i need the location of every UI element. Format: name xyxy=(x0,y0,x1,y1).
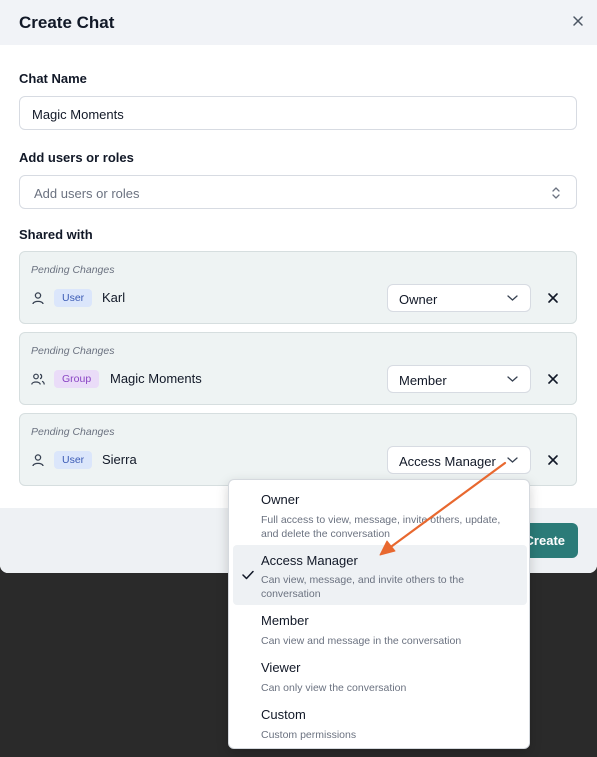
role-option-description: Can only view the conversation xyxy=(261,682,407,694)
pending-changes-label: Pending Changes xyxy=(31,426,115,438)
add-users-combobox[interactable]: Add users or roles xyxy=(19,175,577,209)
role-option-member[interactable]: Member Can view and message in the conve… xyxy=(233,607,527,651)
role-option-title: Owner xyxy=(261,492,300,507)
role-option-owner[interactable]: Owner Full access to view, message, invi… xyxy=(233,486,527,546)
chat-name-label: Chat Name xyxy=(19,71,87,86)
role-option-description: Full access to view, message, invite oth… xyxy=(261,514,501,540)
role-option-title: Custom xyxy=(261,707,306,722)
role-value: Owner xyxy=(399,292,438,307)
share-row: Pending Changes User Karl Owner xyxy=(19,251,577,324)
check-icon xyxy=(242,570,254,580)
chevron-down-icon xyxy=(507,457,518,463)
role-value: Access Manager xyxy=(399,454,496,469)
group-icon xyxy=(31,373,45,385)
role-option-viewer[interactable]: Viewer Can only view the conversation xyxy=(233,654,527,698)
add-users-placeholder: Add users or roles xyxy=(34,186,140,201)
user-type-badge: User xyxy=(54,451,93,469)
share-row: Pending Changes Group Magic Moments Memb… xyxy=(19,332,577,405)
user-type-badge: User xyxy=(54,289,93,307)
share-name: Sierra xyxy=(102,452,137,467)
user-icon xyxy=(32,454,44,467)
shared-with-label: Shared with xyxy=(19,227,93,242)
role-option-title: Member xyxy=(261,613,309,628)
remove-share-icon[interactable] xyxy=(547,292,559,304)
share-row: Pending Changes User Sierra Access Manag… xyxy=(19,413,577,486)
user-icon xyxy=(32,292,44,305)
add-users-label: Add users or roles xyxy=(19,150,134,165)
share-name: Magic Moments xyxy=(110,371,202,386)
chevron-down-icon xyxy=(507,295,518,301)
role-option-description: Can view and message in the conversation xyxy=(261,635,462,647)
role-option-title: Access Manager xyxy=(261,553,358,568)
role-select[interactable]: Owner xyxy=(387,284,531,312)
role-dropdown-menu: Owner Full access to view, message, invi… xyxy=(228,479,530,749)
chat-name-input[interactable]: Magic Moments xyxy=(19,96,577,130)
role-select[interactable]: Member xyxy=(387,365,531,393)
chevron-up-down-icon xyxy=(552,187,560,199)
role-value: Member xyxy=(399,373,447,388)
remove-share-icon[interactable] xyxy=(547,454,559,466)
chat-name-value: Magic Moments xyxy=(32,107,124,122)
pending-changes-label: Pending Changes xyxy=(31,264,115,276)
role-option-title: Viewer xyxy=(261,660,301,675)
role-option-access-manager[interactable]: Access Manager Can view, message, and in… xyxy=(233,545,527,605)
close-icon[interactable] xyxy=(570,13,586,29)
dialog-header: Create Chat xyxy=(0,0,597,45)
dialog-title: Create Chat xyxy=(19,13,115,32)
chevron-down-icon xyxy=(507,376,518,382)
role-option-description: Custom permissions xyxy=(261,729,357,741)
share-name: Karl xyxy=(102,290,126,305)
role-select[interactable]: Access Manager xyxy=(387,446,531,474)
remove-share-icon[interactable] xyxy=(547,373,559,385)
role-option-description: Can view, message, and invite others to … xyxy=(261,574,465,600)
role-option-custom[interactable]: Custom Custom permissions xyxy=(233,701,527,745)
pending-changes-label: Pending Changes xyxy=(31,345,115,357)
group-type-badge: Group xyxy=(54,370,100,388)
